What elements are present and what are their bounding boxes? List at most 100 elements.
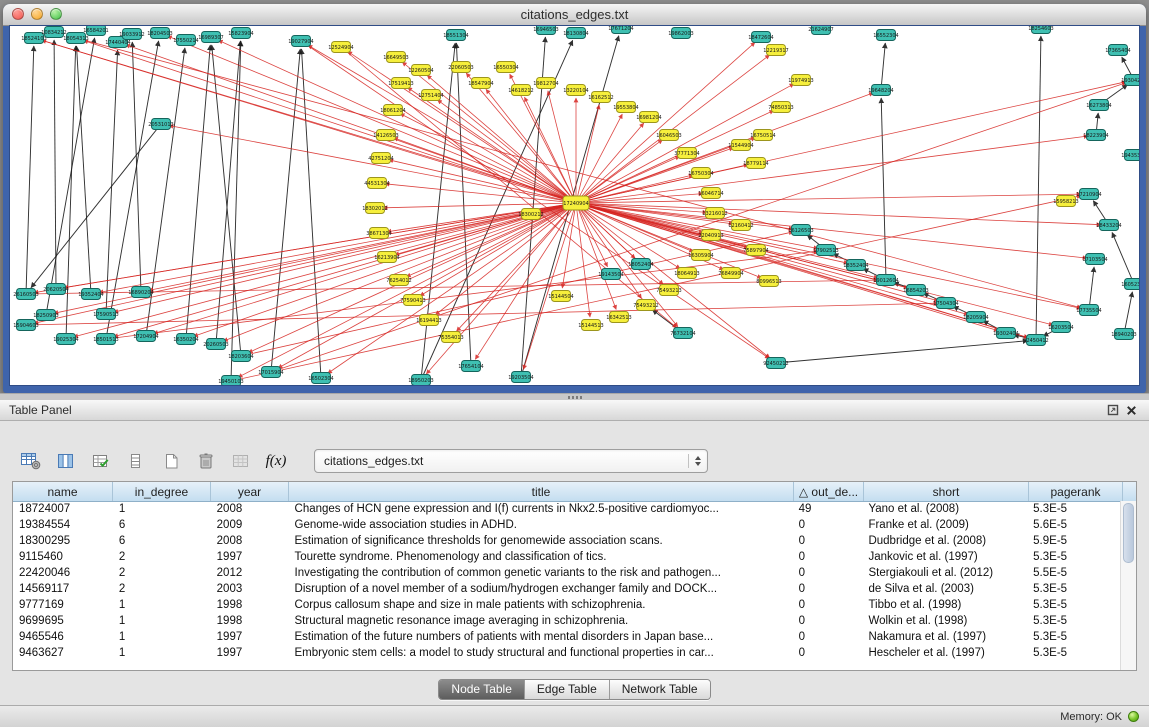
rows-icon[interactable] (123, 448, 149, 474)
network-node[interactable]: 11544904 (728, 140, 753, 151)
network-edge[interactable] (248, 203, 576, 353)
network-node[interactable]: 18940203 (1111, 329, 1136, 340)
new-table-icon[interactable] (158, 448, 184, 474)
network-node[interactable]: 18203604 (228, 351, 253, 362)
network-node[interactable]: 18205904 (963, 312, 988, 323)
network-node[interactable]: 75897904 (743, 245, 768, 256)
network-node[interactable]: 19027904 (288, 36, 313, 47)
network-node[interactable]: 17240904 (563, 196, 589, 210)
network-canvas[interactable]: 1852410310834212180543131658420117440404… (9, 25, 1140, 386)
network-edge[interactable] (1089, 267, 1094, 310)
network-edge[interactable] (1036, 36, 1041, 340)
network-node[interactable]: 16350204 (173, 334, 198, 345)
network-edge[interactable] (218, 40, 576, 203)
network-node[interactable]: 19352404 (78, 289, 103, 300)
network-node[interactable]: 16890204 (128, 287, 153, 298)
network-node[interactable]: 16213904 (374, 252, 399, 263)
network-node[interactable]: 18352404 (843, 260, 868, 271)
network-node[interactable]: 74850313 (768, 102, 793, 113)
network-edge[interactable] (76, 38, 1081, 308)
network-node[interactable]: 15144513 (578, 320, 603, 331)
network-node[interactable]: 15904603 (13, 320, 38, 331)
network-node[interactable]: 16854203 (903, 285, 928, 296)
network-edge[interactable] (576, 203, 678, 327)
network-node[interactable]: 17504304 (933, 298, 958, 309)
network-edge[interactable] (576, 42, 755, 203)
network-node[interactable]: 19012604 (873, 275, 898, 286)
network-node[interactable]: 17550214 (173, 35, 198, 46)
network-node[interactable]: 17365404 (1105, 45, 1130, 56)
network-node[interactable]: 13220104 (563, 85, 588, 96)
network-node[interactable]: 16046714 (698, 188, 723, 199)
network-edge[interactable] (34, 203, 576, 323)
network-node[interactable]: 20620504 (43, 284, 68, 295)
network-node[interactable]: 17654104 (458, 361, 483, 372)
import-table-icon[interactable] (228, 448, 254, 474)
network-edge[interactable] (389, 160, 576, 203)
network-node[interactable]: 18551304 (443, 30, 468, 41)
network-node[interactable]: 22060503 (448, 62, 473, 73)
network-edge[interactable] (406, 203, 576, 277)
network-node[interactable]: 19203504 (508, 372, 533, 383)
network-node[interactable]: 16750514 (750, 130, 775, 141)
function-builder-icon[interactable]: f(x) (263, 448, 289, 474)
network-node[interactable]: 19450103 (218, 376, 243, 386)
network-edge[interactable] (302, 49, 322, 378)
network-node[interactable]: 21624907 (808, 26, 833, 35)
network-node[interactable]: 77590413 (400, 295, 425, 306)
network-node[interactable]: 76849904 (718, 268, 743, 279)
scrollbar-thumb[interactable] (1123, 503, 1134, 563)
network-node[interactable]: 18433204 (1096, 220, 1121, 231)
network-edge[interactable] (881, 43, 885, 90)
network-edge[interactable] (26, 46, 34, 294)
network-edge[interactable] (26, 303, 938, 325)
network-edge[interactable] (776, 341, 1028, 363)
network-node[interactable]: 44531304 (364, 178, 389, 189)
network-node[interactable]: 15144504 (548, 291, 573, 302)
network-node[interactable]: 26160503 (13, 289, 38, 300)
tab-network-table[interactable]: Network Table (609, 680, 710, 699)
network-node[interactable]: 92450212 (763, 358, 788, 369)
network-edge[interactable] (54, 40, 56, 289)
network-node[interactable]: 80996513 (756, 276, 781, 287)
network-node[interactable]: 42751204 (368, 153, 393, 164)
network-node[interactable]: 16550304 (493, 62, 518, 73)
network-edge[interactable] (238, 203, 576, 377)
network-node[interactable]: 12751404 (418, 90, 443, 101)
network-node[interactable]: 15823904 (228, 28, 253, 39)
network-edge[interactable] (881, 98, 886, 280)
network-node[interactable]: 18061204 (380, 105, 405, 116)
network-node[interactable]: 14618212 (508, 85, 533, 96)
network-node[interactable]: 75493212 (633, 300, 658, 311)
network-node[interactable]: 13216012 (702, 208, 727, 219)
network-node[interactable]: 37771304 (674, 148, 699, 159)
network-node[interactable]: 19033912 (119, 29, 144, 40)
network-edge[interactable] (186, 45, 210, 339)
network-edge[interactable] (475, 203, 576, 359)
network-node[interactable]: 19302404 (993, 328, 1018, 339)
network-node[interactable]: 18052404 (628, 259, 653, 270)
network-node[interactable]: 18501513 (93, 334, 118, 345)
network-node[interactable]: 19025304 (53, 334, 78, 345)
network-node[interactable]: 11974913 (788, 75, 813, 86)
network-node[interactable]: 12260504 (408, 65, 433, 76)
network-node[interactable]: 18779114 (743, 158, 768, 169)
create-column-icon[interactable] (88, 448, 114, 474)
column-header-6[interactable]: pagerank (1029, 482, 1123, 501)
network-node[interactable]: 92450412 (1023, 335, 1048, 346)
network-node[interactable]: 18250903 (33, 310, 58, 321)
column-header-1[interactable]: in_degree (113, 482, 211, 501)
network-node[interactable]: 18054313 (63, 33, 88, 44)
network-node[interactable]: 18547904 (468, 78, 493, 89)
network-node[interactable]: 76254012 (386, 275, 411, 286)
network-node[interactable]: 16750304 (688, 168, 713, 179)
close-window-button[interactable] (12, 8, 24, 20)
network-edge[interactable] (46, 38, 95, 315)
column-header-2[interactable]: year (211, 482, 289, 501)
network-node[interactable]: 16052304 (1121, 279, 1139, 290)
delete-column-icon[interactable] (193, 448, 219, 474)
table-row[interactable]: 911546021997Tourette syndrome. Phenomeno… (13, 549, 1121, 565)
zoom-window-button[interactable] (50, 8, 62, 20)
network-node[interactable]: 20260503 (203, 339, 228, 350)
network-edge[interactable] (576, 55, 770, 203)
